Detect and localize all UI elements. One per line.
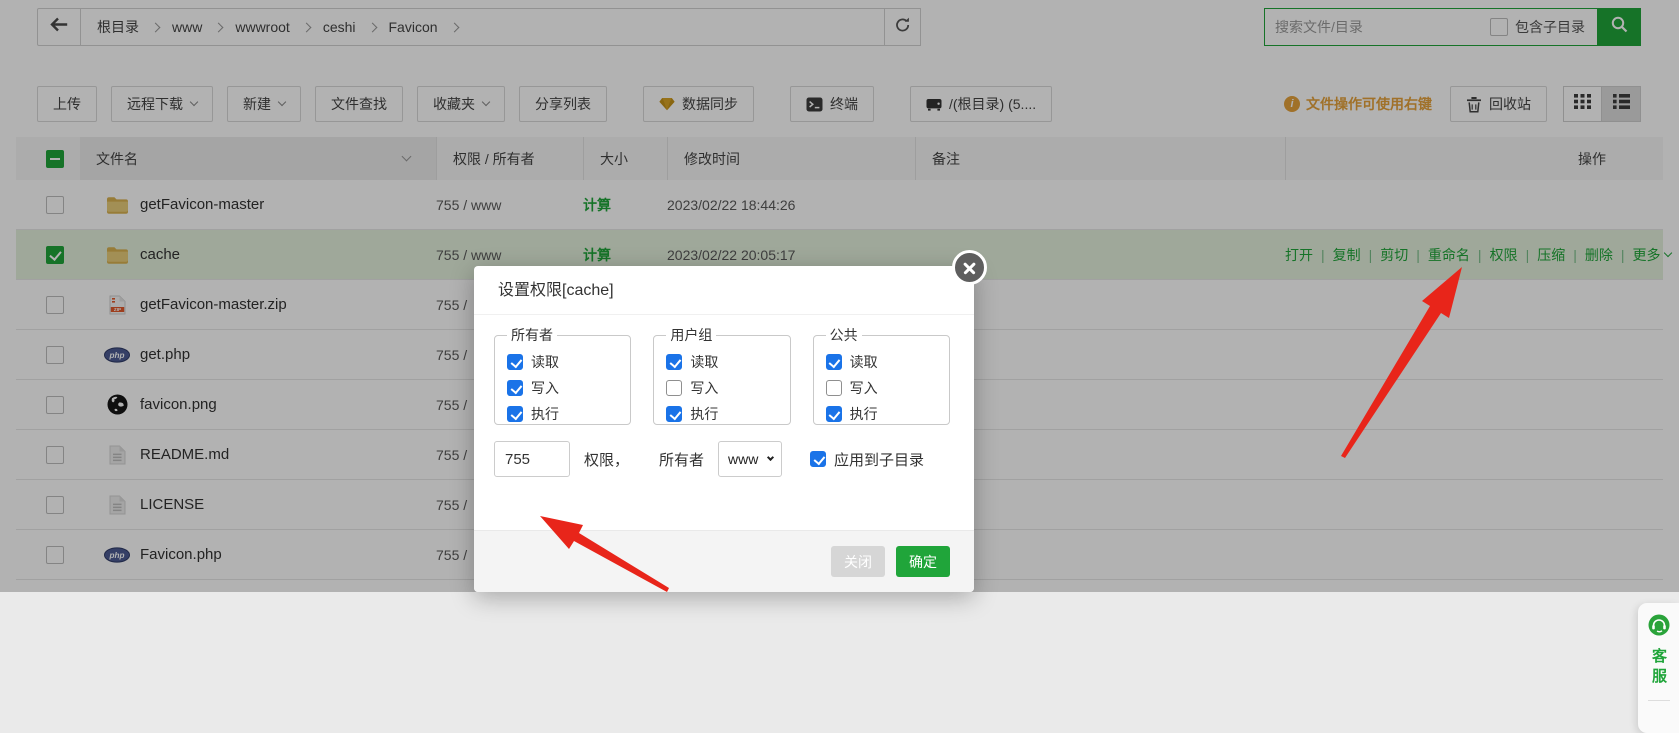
permission-group-legend: 公共 [829,327,858,343]
permission-checkbox[interactable] [666,380,683,396]
owner-select[interactable]: www [718,441,783,477]
owner-label: 所有者 [659,451,705,469]
permission-checkbox[interactable] [507,354,523,370]
permission-checkbox[interactable] [666,406,683,422]
permission-checkbox[interactable] [666,354,683,370]
permission-label: 权限， [584,451,630,469]
permission-option-label: 读取 [849,354,878,370]
permission-checkbox[interactable] [825,406,842,422]
dialog-footer: 关闭 确定 [474,530,974,592]
permission-option-label: 读取 [690,354,719,370]
permission-option[interactable]: 读取 [507,349,630,375]
permission-option-label: 执行 [690,406,719,422]
apply-to-subdir-label: 应用到子目录 [834,451,925,469]
permission-option-label: 写入 [849,380,878,396]
permission-option[interactable]: 执行 [825,401,949,427]
permission-option-label: 执行 [531,406,559,422]
permission-value-input[interactable] [494,441,570,477]
set-permission-dialog: 设置权限[cache] 所有者读取写入执行用户组读取写入执行公共读取写入执行 权… [474,250,987,592]
permission-group: 公共读取写入执行 [812,325,950,427]
chevron-down-icon [766,453,775,462]
customer-service-label: 客服 [1650,648,1667,688]
confirm-button[interactable]: 确定 [896,546,950,577]
customer-service-tab[interactable]: 客服 [1638,603,1679,733]
permission-option[interactable]: 读取 [666,349,789,375]
divider [1647,700,1670,701]
dialog-title: 设置权限[cache] [474,266,974,315]
permission-option-label: 读取 [531,354,559,370]
permission-option[interactable]: 读取 [825,349,949,375]
permission-checkbox[interactable] [825,354,842,370]
permission-option-label: 执行 [849,406,878,422]
permission-group-legend: 用户组 [670,327,713,343]
permission-option[interactable]: 写入 [507,375,630,401]
permission-groups: 所有者 读取 写入 执行 用户组 读取 写入 执行 公共 读取 写入 执行 [494,325,950,425]
permission-option[interactable]: 执行 [666,401,789,427]
permission-group: 用户组读取写入执行 [653,325,791,427]
permission-option-label: 写入 [690,380,719,396]
permission-checkbox[interactable] [507,380,523,396]
customer-service-icon [1648,614,1670,641]
permission-checkbox[interactable] [825,380,842,396]
permission-controls: 权限， 所有者 www 应用到子目录 [494,441,950,477]
permission-checkbox[interactable] [507,406,523,422]
permission-group-legend: 所有者 [511,327,553,343]
apply-to-subdir-checkbox[interactable] [810,451,827,467]
permission-group: 所有者读取写入执行 [494,325,632,427]
permission-option[interactable]: 写入 [825,375,949,401]
permission-option-label: 写入 [531,380,559,396]
apply-to-subdir[interactable]: 应用到子目录 [810,449,924,470]
dialog-body: 所有者读取写入执行用户组读取写入执行公共读取写入执行 权限， 所有者 www 应… [474,315,974,477]
close-button[interactable]: 关闭 [831,546,885,577]
owner-select-value: www [728,451,759,467]
permission-option[interactable]: 执行 [507,401,630,427]
close-icon[interactable] [952,250,987,285]
permission-option[interactable]: 写入 [666,375,789,401]
